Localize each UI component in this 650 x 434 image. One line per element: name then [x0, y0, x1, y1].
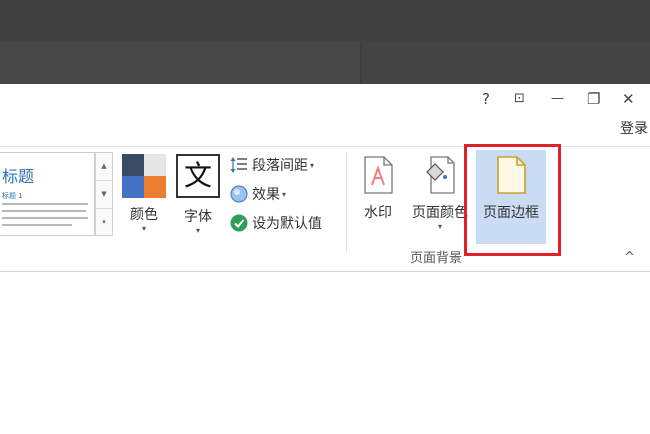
effects-button[interactable]: 效果 ▾	[230, 183, 286, 205]
chevron-down-icon: ▾	[195, 226, 200, 235]
ribbon-display-icon[interactable]: ⊡	[514, 90, 525, 108]
dark-strip-right	[362, 42, 650, 84]
palette-swatch	[122, 176, 144, 198]
chevron-down-icon: ▾	[282, 189, 287, 199]
font-glyph-icon: 文	[176, 154, 220, 198]
chevron-down-icon: ▾	[310, 160, 315, 170]
style-gallery-subtitle: 标题 1	[2, 192, 23, 200]
watermark-label: 水印	[364, 205, 392, 221]
dark-strip-top	[0, 0, 650, 42]
paragraph-spacing-icon	[230, 156, 248, 174]
document-area-dark	[0, 0, 650, 84]
palette-swatch	[144, 154, 166, 176]
gallery-scroll-up[interactable]: ▲	[96, 153, 112, 181]
page-background-group-label: 页面背景	[410, 251, 463, 266]
effects-label: 效果	[252, 187, 280, 203]
restore-icon[interactable]: ❐	[587, 90, 600, 108]
fonts-label: 字体	[184, 209, 212, 225]
fonts-button[interactable]: 文 字体 ▾	[174, 154, 222, 236]
style-gallery[interactable]: 标题 标题 1	[0, 152, 95, 236]
palette-swatch	[122, 154, 144, 176]
gallery-line	[2, 203, 88, 205]
chevron-down-icon: ▾	[437, 222, 442, 231]
gallery-scroll-down[interactable]: ▼	[96, 181, 112, 209]
collapse-ribbon-icon[interactable]: ^	[624, 250, 635, 265]
page-color-label: 页面颜色	[412, 205, 468, 221]
watermark-icon	[363, 156, 393, 194]
dark-strip-left	[0, 42, 360, 84]
colors-label: 颜色	[130, 207, 158, 223]
palette-swatch	[144, 176, 166, 198]
colors-button[interactable]: 颜色 ▾	[120, 154, 168, 234]
paint-bucket-icon	[425, 156, 455, 194]
style-gallery-scroll[interactable]: ▲ ▼ ▾	[95, 152, 113, 236]
paragraph-spacing-label: 段落间距	[252, 158, 308, 174]
gallery-line	[2, 217, 88, 219]
gallery-line	[2, 210, 86, 212]
minimize-icon[interactable]: —	[551, 90, 564, 108]
login-link[interactable]: 登录	[620, 118, 648, 138]
chevron-down-icon: ▾	[141, 224, 146, 233]
gallery-more[interactable]: ▾	[96, 209, 112, 236]
close-icon[interactable]: ✕	[622, 90, 635, 108]
checkmark-icon	[230, 214, 248, 232]
color-palette-icon	[122, 154, 166, 198]
help-icon[interactable]: ?	[482, 90, 490, 108]
gallery-line	[2, 224, 72, 226]
highlight-box	[464, 144, 561, 256]
set-as-default-label: 设为默认值	[252, 216, 322, 232]
effects-icon	[230, 185, 248, 203]
set-as-default-button[interactable]: 设为默认值	[230, 212, 322, 234]
style-gallery-title: 标题	[2, 167, 35, 186]
group-separator	[346, 152, 347, 252]
watermark-button[interactable]: 水印	[356, 156, 400, 222]
paragraph-spacing-button[interactable]: 段落间距 ▾	[230, 154, 314, 176]
page-color-button[interactable]: 页面颜色 ▾	[408, 156, 472, 232]
